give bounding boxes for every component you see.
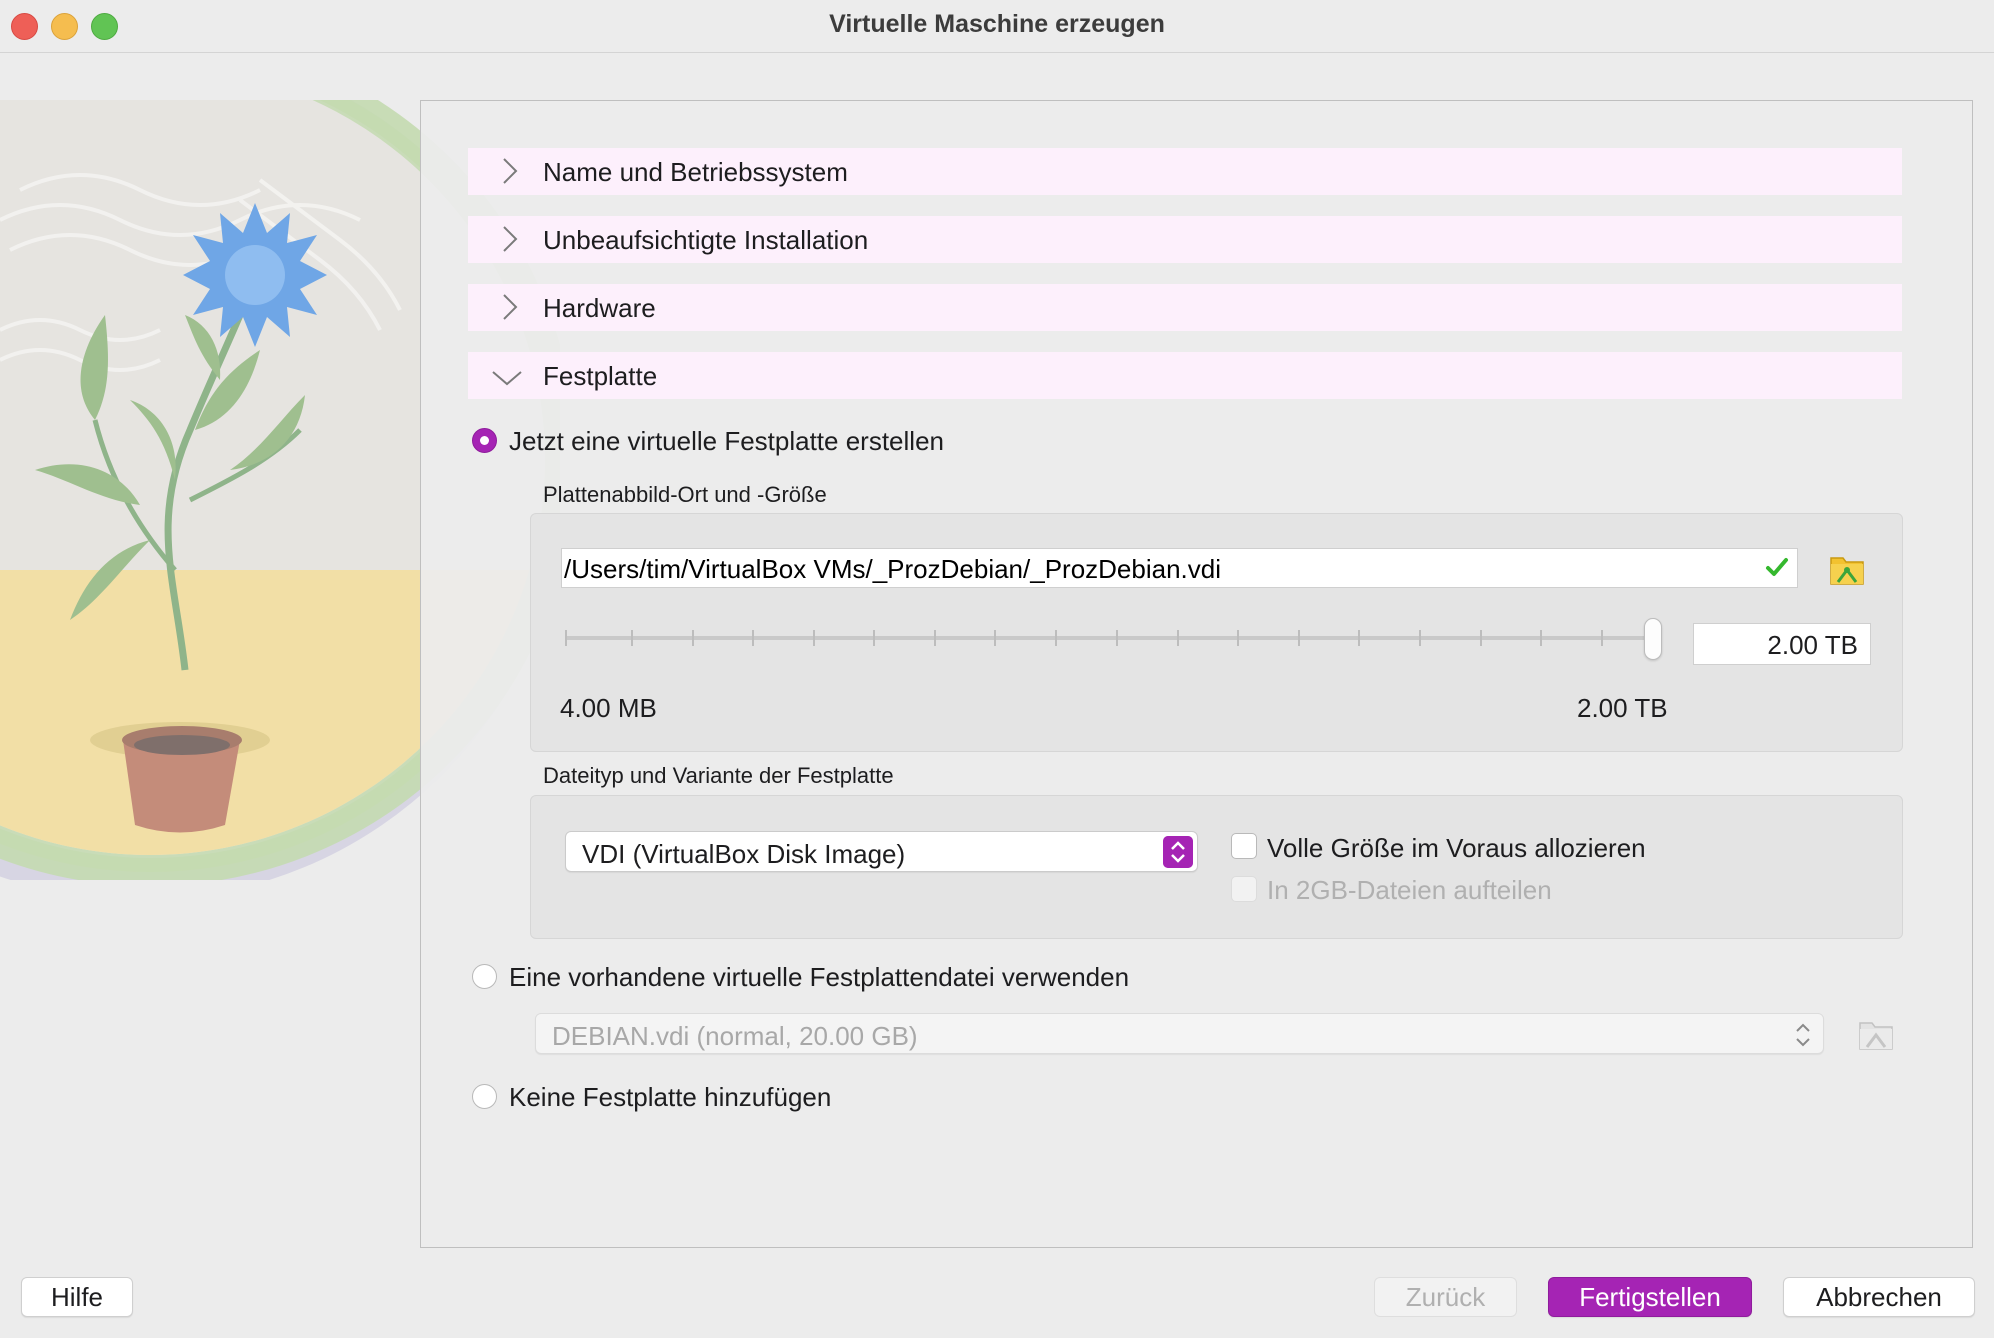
section-hard-disk[interactable]: Festplatte	[468, 352, 1902, 399]
section-hardware[interactable]: Hardware	[468, 284, 1902, 331]
no-disk-label: Keine Festplatte hinzufügen	[509, 1082, 832, 1112]
slider-tick	[1177, 630, 1179, 646]
slider-thumb[interactable]	[1644, 618, 1662, 660]
disk-type-value: VDI (VirtualBox Disk Image)	[582, 839, 906, 869]
disk-size-value: 2.00 TB	[1767, 630, 1858, 660]
slider-tick	[994, 630, 996, 646]
select-arrows-icon	[1796, 1023, 1810, 1047]
chevron-down-icon	[492, 371, 522, 386]
finish-button[interactable]: Fertigstellen	[1548, 1277, 1752, 1317]
disk-path-input[interactable]: /Users/tim/VirtualBox VMs/_ProzDebian/_P…	[561, 548, 1798, 588]
slider-tick	[1480, 630, 1482, 646]
slider-tick	[934, 630, 936, 646]
select-arrows-icon	[1163, 836, 1193, 868]
create-disk-radio[interactable]	[472, 428, 497, 453]
file-type-group-label: Dateityp und Variante der Festplatte	[543, 763, 894, 788]
no-disk-radio[interactable]	[472, 1084, 497, 1109]
window-title: Virtuelle Maschine erzeugen	[829, 10, 1165, 38]
slider-tick	[1540, 630, 1542, 646]
slider-tick	[1116, 630, 1118, 646]
slider-tick	[1601, 630, 1603, 646]
slider-tick	[752, 630, 754, 646]
folder-icon[interactable]	[1829, 552, 1865, 586]
existing-disk-value: DEBIAN.vdi (normal, 20.00 GB)	[552, 1021, 918, 1051]
folder-icon[interactable]	[1858, 1017, 1894, 1051]
slider-tick	[1237, 630, 1239, 646]
slider-min-label: 4.00 MB	[560, 693, 657, 723]
disk-type-select[interactable]: VDI (VirtualBox Disk Image)	[565, 831, 1198, 872]
section-unattended-install[interactable]: Unbeaufsichtigte Installation	[468, 216, 1902, 263]
back-button[interactable]: Zurück	[1374, 1277, 1517, 1317]
disk-size-input[interactable]: 2.00 TB	[1693, 623, 1871, 665]
split-files-label: In 2GB-Dateien aufteilen	[1267, 875, 1552, 905]
slider-tick	[631, 630, 633, 646]
slider-tick	[873, 630, 875, 646]
slider-tick	[692, 630, 694, 646]
existing-disk-radio[interactable]	[472, 964, 497, 989]
slider-tick	[1358, 630, 1360, 646]
disk-size-slider[interactable]	[565, 636, 1662, 640]
split-files-checkbox[interactable]	[1231, 876, 1257, 902]
preallocate-checkbox[interactable]	[1231, 833, 1257, 859]
create-disk-label: Jetzt eine virtuelle Festplatte erstelle…	[509, 426, 944, 456]
chevron-right-icon	[503, 226, 518, 252]
slider-max-label: 2.00 TB	[1577, 693, 1668, 723]
slider-tick	[1298, 630, 1300, 646]
preallocate-label: Volle Größe im Voraus allozieren	[1267, 833, 1646, 863]
existing-disk-label: Eine vorhandene virtuelle Festplattendat…	[509, 962, 1130, 992]
slider-tick	[565, 630, 567, 646]
section-label: Hardware	[543, 293, 656, 323]
slider-tick	[813, 630, 815, 646]
existing-disk-select[interactable]: DEBIAN.vdi (normal, 20.00 GB)	[535, 1013, 1824, 1054]
section-label: Name und Betriebssystem	[543, 157, 848, 187]
cancel-button[interactable]: Abbrechen	[1783, 1277, 1975, 1317]
chevron-right-icon	[503, 294, 518, 320]
location-size-group-label: Plattenabbild-Ort und -Größe	[543, 482, 827, 507]
section-name-and-os[interactable]: Name und Betriebssystem	[468, 148, 1902, 195]
slider-tick	[1419, 630, 1421, 646]
help-button[interactable]: Hilfe	[21, 1277, 133, 1317]
disk-path-value: /Users/tim/VirtualBox VMs/_ProzDebian/_P…	[564, 554, 1222, 584]
checkmark-icon	[1766, 558, 1788, 576]
title-bar: Virtuelle Maschine erzeugen	[0, 0, 1994, 53]
chevron-right-icon	[503, 158, 518, 184]
section-label: Unbeaufsichtigte Installation	[543, 225, 869, 255]
slider-tick	[1055, 630, 1057, 646]
section-label: Festplatte	[543, 361, 658, 391]
